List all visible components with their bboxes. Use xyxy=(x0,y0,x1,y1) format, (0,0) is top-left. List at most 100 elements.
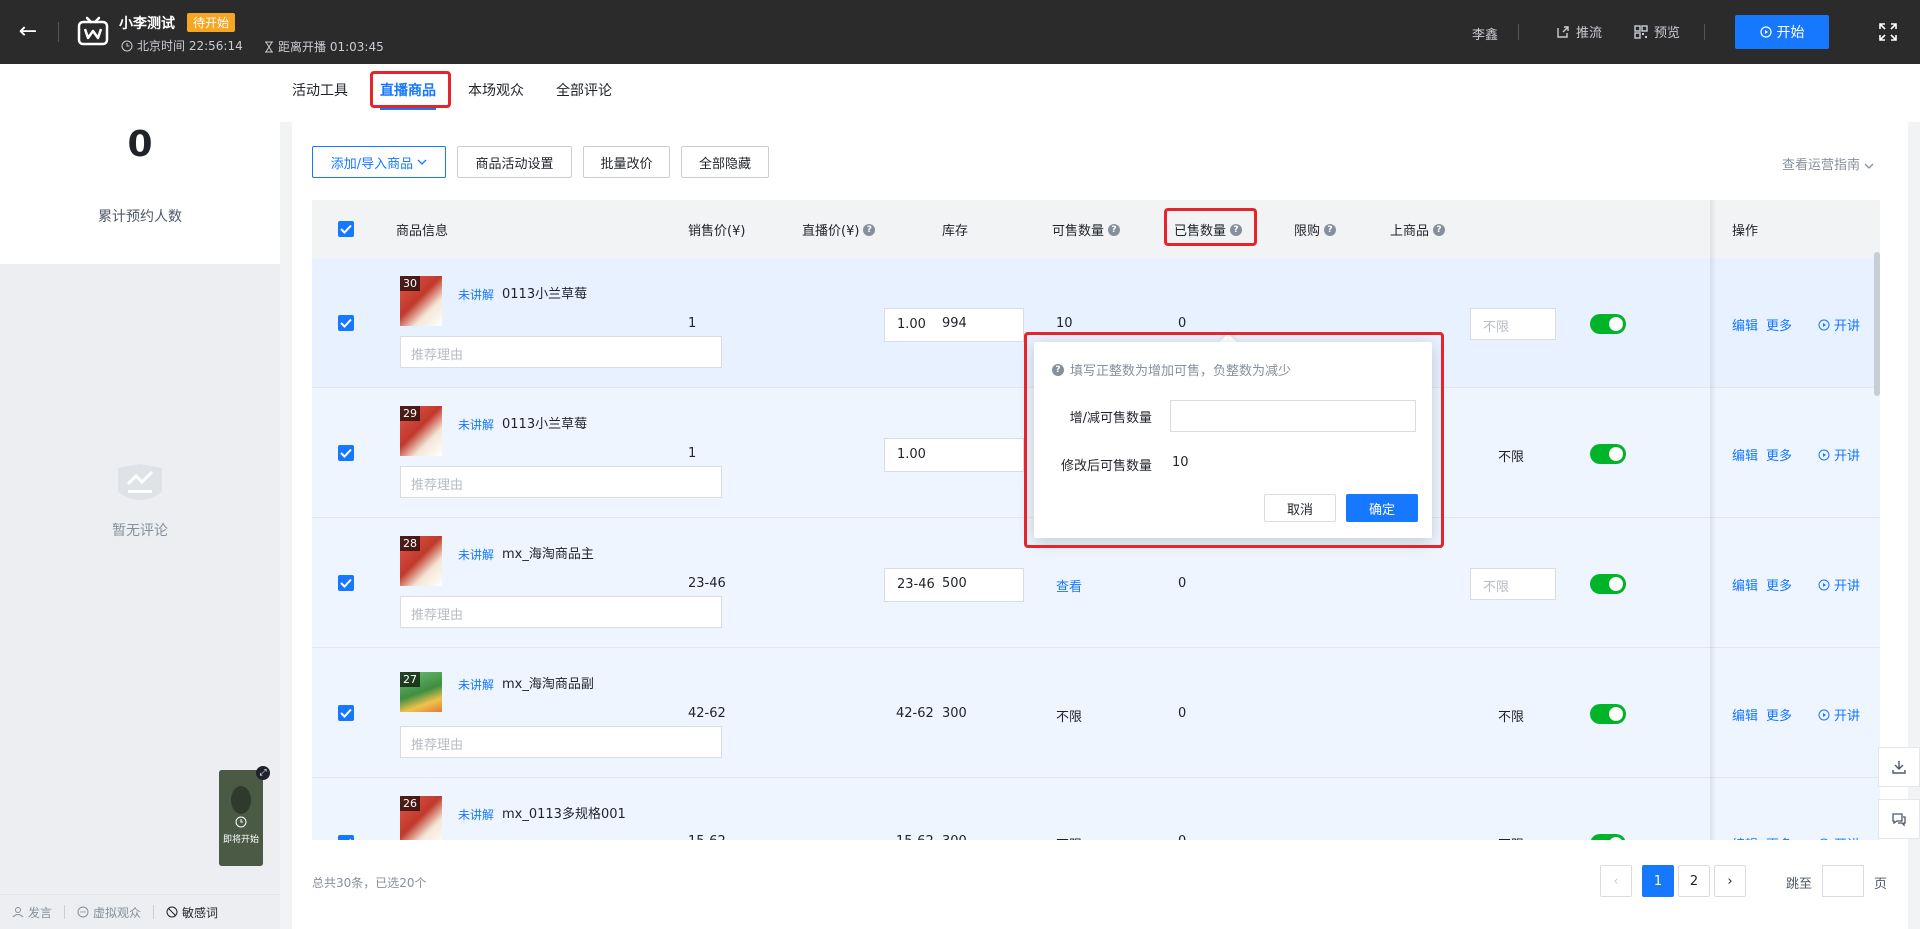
reason-input[interactable]: 推荐理由 xyxy=(400,726,722,758)
limit-input[interactable]: 不限 xyxy=(1470,308,1556,340)
hide-all-button[interactable]: 全部隐藏 xyxy=(681,146,769,178)
batch-price-button[interactable]: 批量改价 xyxy=(583,146,670,178)
start-explain-button[interactable]: 开讲 xyxy=(1818,834,1860,840)
th-product-info: 商品信息 xyxy=(396,220,448,239)
stock: 300 xyxy=(942,706,967,721)
download-button[interactable] xyxy=(1878,747,1920,787)
start-explain-button[interactable]: 开讲 xyxy=(1818,315,1860,334)
edit-link[interactable]: 编辑 xyxy=(1732,445,1758,464)
row-checkbox[interactable] xyxy=(338,445,354,461)
tab-activity-tools[interactable]: 活动工具 xyxy=(292,80,348,100)
product-thumbnail[interactable]: 29 xyxy=(400,406,442,456)
prev-page-button[interactable]: ‹ xyxy=(1600,865,1632,897)
help-icon[interactable]: ? xyxy=(1230,223,1243,236)
more-link[interactable]: 更多 xyxy=(1766,575,1792,594)
th-label: 商品信息 xyxy=(396,224,449,239)
page-2-button[interactable]: 2 xyxy=(1678,865,1710,897)
product-thumbnail[interactable]: 27 xyxy=(400,672,442,712)
activity-settings-button[interactable]: 商品活动设置 xyxy=(457,146,572,178)
next-page-button[interactable]: › xyxy=(1714,865,1746,897)
help-icon[interactable]: ? xyxy=(1324,223,1337,236)
reason-input[interactable]: 推荐理由 xyxy=(400,466,722,498)
feedback-button[interactable] xyxy=(1878,799,1920,839)
start-explain-label: 开讲 xyxy=(1834,449,1861,464)
edit-link[interactable]: 编辑 xyxy=(1732,315,1758,334)
more-link[interactable]: 更多 xyxy=(1766,315,1792,334)
product-thumbnail[interactable]: 28 xyxy=(400,536,442,586)
user-name[interactable]: 李鑫 xyxy=(1472,24,1498,43)
operation-guide-link[interactable]: 查看运营指南 xyxy=(1782,154,1874,173)
chevron-down-icon xyxy=(1864,163,1874,169)
push-stream-button[interactable]: 推流 xyxy=(1556,22,1602,41)
th-label: 上商品 xyxy=(1390,224,1430,239)
fullscreen-icon[interactable] xyxy=(1878,22,1898,42)
th-live-price: 直播价(¥)? xyxy=(802,220,876,239)
status-badge: 待开始 xyxy=(187,13,236,32)
active-tab-indicator xyxy=(380,108,436,110)
row-checkbox[interactable] xyxy=(338,835,354,840)
product-name: mx_0113多规格001 xyxy=(502,807,626,822)
speak-button[interactable]: 发言 xyxy=(0,904,64,921)
row-checkbox[interactable] xyxy=(338,575,354,591)
guide-label: 查看运营指南 xyxy=(1782,158,1861,173)
row-checkbox[interactable] xyxy=(338,705,354,721)
help-icon[interactable]: ? xyxy=(1433,223,1446,236)
limit-input[interactable]: 不限 xyxy=(1470,568,1556,600)
confirm-button[interactable]: 确定 xyxy=(1346,494,1418,522)
sale-price: 23-46 xyxy=(688,576,726,591)
live-price-input[interactable]: 1.00 xyxy=(884,438,1024,472)
sensitive-words-button[interactable]: 敏感词 xyxy=(154,904,230,921)
page-1-button[interactable]: 1 xyxy=(1642,865,1674,897)
reason-input[interactable]: 推荐理由 xyxy=(400,596,722,628)
on-shelf-toggle[interactable] xyxy=(1590,834,1626,840)
cancel-button[interactable]: 取消 xyxy=(1264,494,1336,522)
limit-value: 不限 xyxy=(1498,450,1525,465)
more-link[interactable]: 更多 xyxy=(1766,445,1792,464)
edit-link[interactable]: 编辑 xyxy=(1732,575,1758,594)
help-icon[interactable]: ? xyxy=(863,223,876,236)
tab-all-comments[interactable]: 全部评论 xyxy=(556,80,612,100)
select-all-checkbox[interactable] xyxy=(338,221,354,237)
on-shelf-toggle[interactable] xyxy=(1590,314,1626,334)
on-shelf-toggle[interactable] xyxy=(1590,704,1626,724)
virtual-audience-button[interactable]: 虚拟观众 xyxy=(65,904,153,921)
back-arrow-icon[interactable]: ← xyxy=(14,18,42,46)
help-icon[interactable]: ? xyxy=(1108,223,1121,236)
available-qty: 不限 xyxy=(1056,834,1082,840)
edit-link[interactable]: 编辑 xyxy=(1732,705,1758,724)
more-link[interactable]: 更多 xyxy=(1766,834,1792,840)
sale-price: 15-62 xyxy=(688,834,726,840)
jump-page-input[interactable] xyxy=(1822,865,1864,897)
tab-live-products[interactable]: 直播商品 xyxy=(380,80,436,100)
product-thumbnail[interactable]: 30 xyxy=(400,276,442,326)
on-shelf-toggle[interactable] xyxy=(1590,574,1626,594)
start-explain-button[interactable]: 开讲 xyxy=(1818,445,1860,464)
preview-button[interactable]: 预览 xyxy=(1634,22,1680,41)
product-thumbnail[interactable]: 26 xyxy=(400,796,442,840)
more-link[interactable]: 更多 xyxy=(1766,705,1792,724)
expand-icon[interactable]: ⤢ xyxy=(256,766,270,780)
edit-link[interactable]: 编辑 xyxy=(1732,834,1758,840)
on-shelf-toggle[interactable] xyxy=(1590,444,1626,464)
add-import-button[interactable]: 添加/导入商品 xyxy=(312,146,446,178)
th-label: 直播价(¥) xyxy=(802,224,860,239)
start-explain-button[interactable]: 开讲 xyxy=(1818,575,1860,594)
scrollbar[interactable] xyxy=(1874,252,1880,396)
stock: 994 xyxy=(942,316,967,331)
adjust-qty-input[interactable] xyxy=(1170,400,1416,432)
chat-bubble-icon xyxy=(77,906,89,918)
tab-audience[interactable]: 本场观众 xyxy=(468,80,524,100)
stock: 500 xyxy=(942,576,967,591)
reason-input[interactable]: 推荐理由 xyxy=(400,336,722,368)
adjust-qty-popover: ? 填写正整数为增加可售，负整数为减少 增/减可售数量 修改后可售数量 10 取… xyxy=(1034,342,1432,538)
view-available-link[interactable]: 查看 xyxy=(1056,576,1082,595)
available-qty[interactable]: 10 xyxy=(1056,316,1073,331)
add-import-label: 添加/导入商品 xyxy=(330,156,414,172)
explain-status: 未讲解 xyxy=(458,548,495,562)
live-price: 42-62 xyxy=(896,706,934,721)
start-live-button[interactable]: 开始 xyxy=(1735,15,1829,49)
phone-preview[interactable]: 即将开始 xyxy=(219,770,263,866)
row-checkbox[interactable] xyxy=(338,315,354,331)
start-explain-button[interactable]: 开讲 xyxy=(1818,705,1860,724)
top-bar: ← 小李测试 待开始 北京时间 22:56:14 距离开播 01:03:45 李… xyxy=(0,0,1920,64)
